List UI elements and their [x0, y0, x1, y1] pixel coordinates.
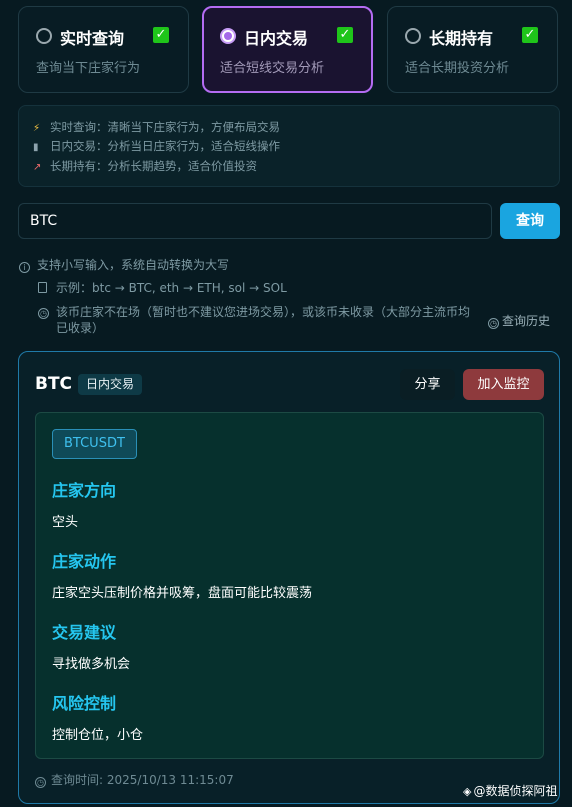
- analysis-panel: BTCUSDT 庄家方向 空头 庄家动作 庄家空头压制价格并吸筹，盘面可能比较震…: [35, 412, 544, 759]
- section-body-risk: 控制仓位，小仓: [52, 728, 144, 743]
- hint-example: 示例：btc → BTC, eth → ETH, sol → SOL: [38, 279, 287, 296]
- trend-chart-icon: ↗: [33, 162, 42, 173]
- checkbox-checked-icon[interactable]: ✓: [337, 27, 353, 43]
- bar-chart-icon: ▮: [33, 142, 39, 153]
- query-button[interactable]: 查询: [500, 203, 560, 239]
- pair-badge: BTCUSDT: [52, 429, 137, 459]
- info-line-longterm: ↗ 长期持有：分析长期趋势，适合价值投资: [33, 159, 257, 173]
- mode-option-longterm[interactable]: 长期持有 ✓ 适合长期投资分析: [387, 6, 558, 93]
- mode-desc: 适合短线交易分析: [220, 61, 325, 76]
- info-line-realtime: ⚡ 实时查询：清晰当下庄家行为，方便布局交易: [33, 120, 280, 134]
- section-title-action: 庄家动作: [52, 552, 117, 571]
- clock-icon: ◷: [35, 777, 46, 788]
- radio-icon[interactable]: [405, 28, 421, 44]
- mode-label: 长期持有: [429, 29, 494, 48]
- mode-option-realtime[interactable]: 实时查询 ✓ 查询当下庄家行为: [18, 6, 189, 93]
- hint-uppercase: i 支持小写输入，系统自动转换为大写: [19, 256, 229, 273]
- section-title-direction: 庄家方向: [52, 481, 117, 500]
- add-monitor-button[interactable]: 加入监控: [463, 369, 544, 400]
- clock-icon: ◷: [488, 318, 499, 329]
- section-title-advice: 交易建议: [52, 623, 117, 642]
- result-symbol: BTC: [35, 374, 73, 394]
- mode-label: 实时查询: [60, 29, 125, 48]
- radio-icon[interactable]: [36, 28, 52, 44]
- mode-desc: 适合长期投资分析: [405, 61, 510, 76]
- mode-info-panel: ⚡ 实时查询：清晰当下庄家行为，方便布局交易 ▮ 日内交易：分析当日庄家行为，适合短…: [18, 105, 560, 187]
- diamond-logo-icon: ◈: [463, 785, 472, 798]
- checkbox-checked-icon[interactable]: ✓: [522, 27, 538, 43]
- section-body-action: 庄家空头压制价格并吸筹，盘面可能比较震荡: [52, 586, 313, 601]
- mode-label: 日内交易: [244, 29, 309, 48]
- mode-tag: 日内交易: [78, 374, 143, 395]
- mode-selector: 实时查询 ✓ 查询当下庄家行为 日内交易 ✓ 适合短线交易分析 长期持有 ✓ 适…: [18, 6, 560, 93]
- result-card: BTC 日内交易 分享 加入监控 BTCUSDT 庄家方向 空头 庄家动作 庄家…: [18, 351, 560, 804]
- radio-selected-icon[interactable]: [220, 28, 236, 44]
- symbol-search-input[interactable]: [18, 203, 492, 239]
- query-history-link[interactable]: ◷ 查询历史: [488, 312, 550, 329]
- watermark: ◈ @数据侦探阿祖: [463, 784, 558, 798]
- clock-icon: ◷: [38, 308, 49, 319]
- section-body-direction: 空头: [52, 515, 79, 530]
- share-button[interactable]: 分享: [400, 369, 455, 400]
- lightning-icon: ⚡: [33, 123, 41, 134]
- mode-option-intraday[interactable]: 日内交易 ✓ 适合短线交易分析: [202, 6, 373, 93]
- info-icon: i: [19, 262, 30, 273]
- checkbox-checked-icon[interactable]: ✓: [153, 27, 169, 43]
- section-title-risk: 风险控制: [52, 694, 117, 713]
- info-line-intraday: ▮ 日内交易：分析当日庄家行为，适合短线操作: [33, 139, 280, 153]
- section-body-advice: 寻找做多机会: [52, 657, 131, 672]
- query-time: ◷ 查询时间: 2025/10/13 11:15:07: [35, 773, 234, 788]
- hint-not-listed: ◷ 该币庄家不在场（暂时也不建议您进场交易），或该币未收录（大部分主流币均已收录）: [38, 305, 471, 335]
- document-icon: [38, 282, 47, 293]
- mode-desc: 查询当下庄家行为: [36, 61, 141, 76]
